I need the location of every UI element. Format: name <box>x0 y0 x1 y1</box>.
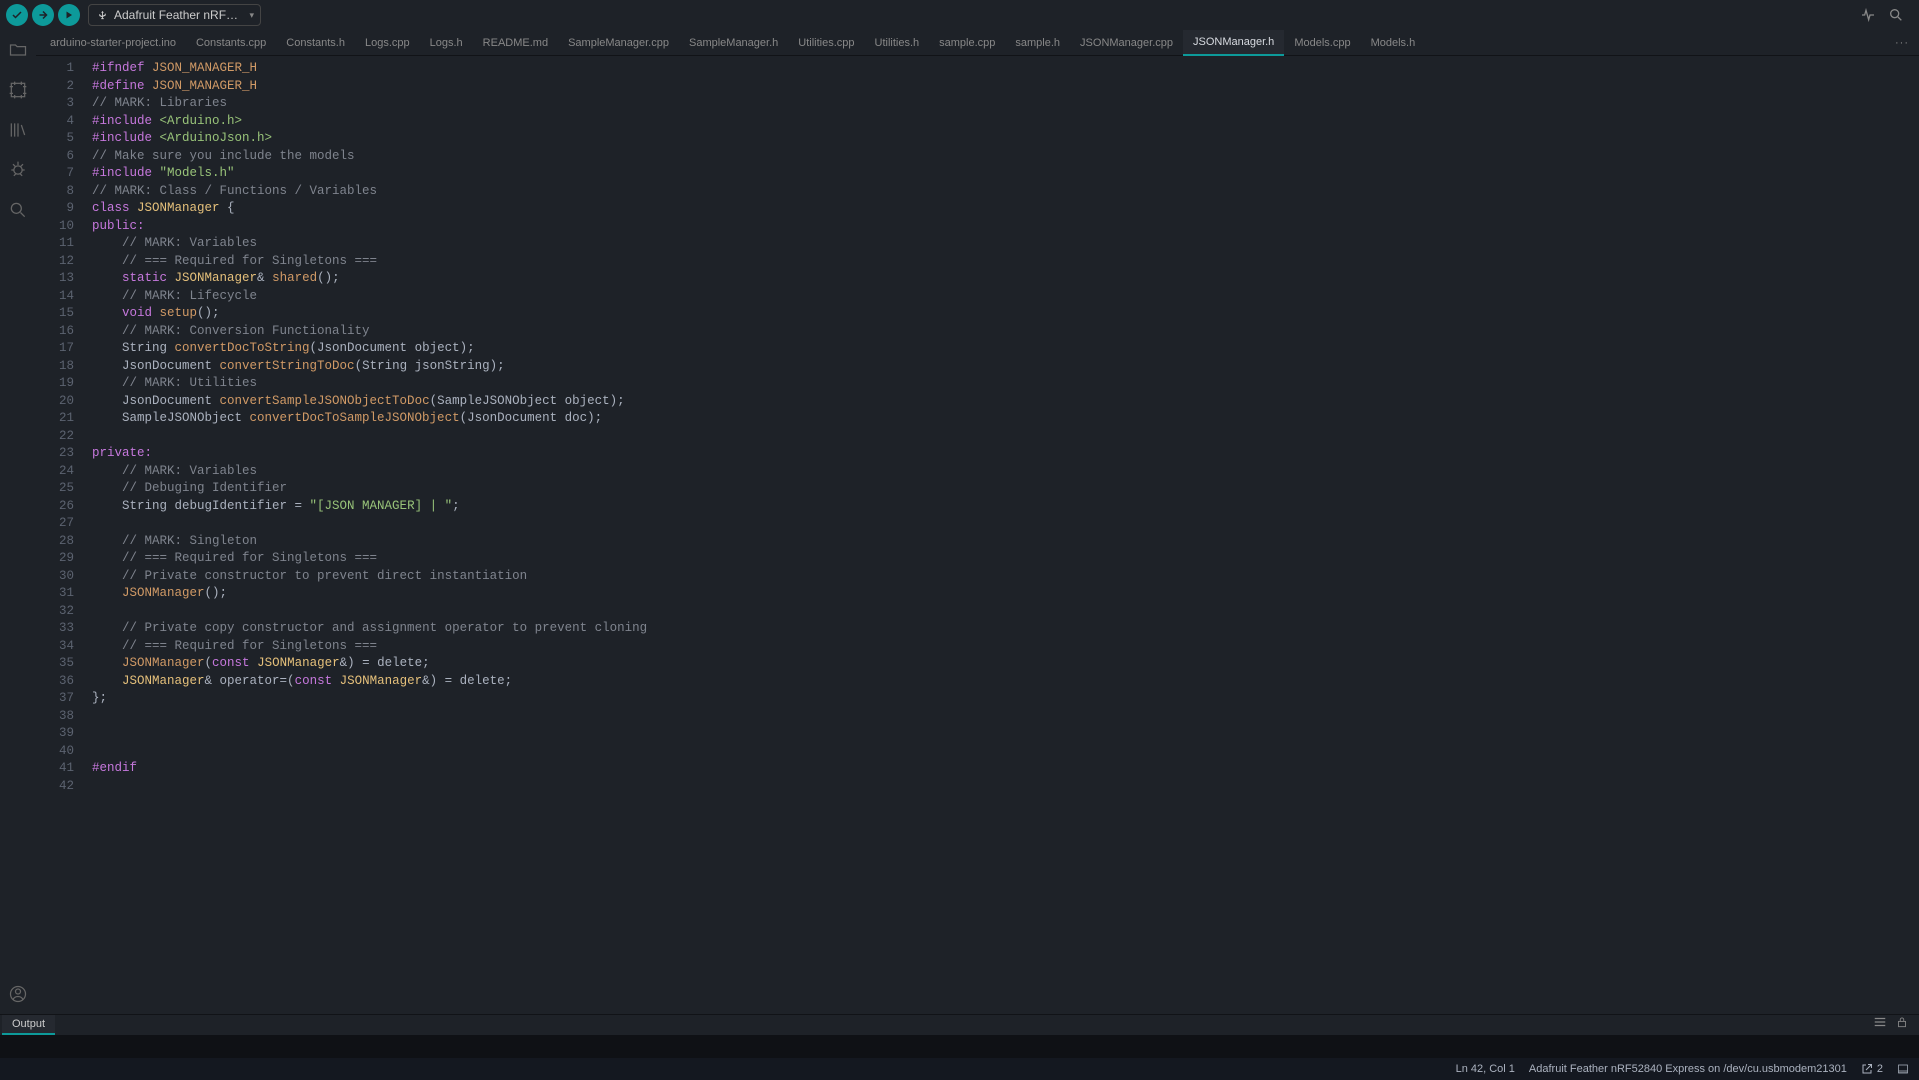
check-icon <box>11 9 23 21</box>
board-port-status[interactable]: Adafruit Feather nRF52840 Express on /de… <box>1529 1063 1847 1075</box>
usb-icon <box>97 10 108 21</box>
tab[interactable]: Constants.h <box>276 30 355 56</box>
tab[interactable]: SampleManager.h <box>679 30 788 56</box>
editor-region: arduino-starter-project.inoConstants.cpp… <box>36 30 1919 1014</box>
notifications-button[interactable]: 2 <box>1861 1063 1883 1075</box>
cursor-position[interactable]: Ln 42, Col 1 <box>1456 1063 1515 1075</box>
main-area: arduino-starter-project.inoConstants.cpp… <box>0 30 1919 1014</box>
arrow-right-icon <box>37 9 49 21</box>
code-area[interactable]: #ifndef JSON_MANAGER_H#define JSON_MANAG… <box>84 56 647 1014</box>
tab[interactable]: README.md <box>473 30 558 56</box>
play-debug-icon <box>63 9 75 21</box>
serial-plotter-button[interactable] <box>1859 6 1877 24</box>
tab-bar: arduino-starter-project.inoConstants.cpp… <box>36 30 1919 56</box>
tab-overflow-button[interactable]: ··· <box>1885 37 1919 49</box>
panel-controls <box>1873 1015 1919 1035</box>
pulse-icon <box>1860 7 1876 23</box>
toolbar-right <box>1859 6 1913 24</box>
panel-menu-icon[interactable] <box>1873 1015 1887 1035</box>
account-icon[interactable] <box>6 982 30 1006</box>
tab[interactable]: JSONManager.h <box>1183 30 1284 56</box>
tab[interactable]: Constants.cpp <box>186 30 276 56</box>
search-icon[interactable] <box>6 198 30 222</box>
notification-count: 2 <box>1877 1063 1883 1075</box>
verify-button[interactable] <box>6 4 28 26</box>
panel-tabs: Output <box>0 1015 1919 1035</box>
folder-icon[interactable] <box>6 38 30 62</box>
output-body[interactable] <box>0 1035 1919 1058</box>
window-icon <box>1897 1063 1909 1075</box>
code-editor[interactable]: 1234567891011121314151617181920212223242… <box>36 56 1919 1014</box>
panel-lock-icon[interactable] <box>1895 1015 1909 1035</box>
tab[interactable]: Utilities.cpp <box>788 30 864 56</box>
tab[interactable]: JSONManager.cpp <box>1070 30 1183 56</box>
tab[interactable]: sample.cpp <box>929 30 1005 56</box>
debug-panel-icon[interactable] <box>6 158 30 182</box>
tab[interactable]: Logs.cpp <box>355 30 420 56</box>
tab[interactable]: Utilities.h <box>865 30 930 56</box>
tab[interactable]: Logs.h <box>420 30 473 56</box>
link-icon <box>1861 1063 1873 1075</box>
tab[interactable]: SampleManager.cpp <box>558 30 679 56</box>
close-panel-button[interactable] <box>1897 1063 1909 1075</box>
debug-button[interactable] <box>58 4 80 26</box>
tab[interactable]: arduino-starter-project.ino <box>40 30 186 56</box>
tab[interactable]: Models.h <box>1361 30 1426 56</box>
tab[interactable]: Models.cpp <box>1284 30 1360 56</box>
upload-button[interactable] <box>32 4 54 26</box>
activity-bar <box>0 30 36 1014</box>
library-manager-icon[interactable] <box>6 118 30 142</box>
top-toolbar: Adafruit Feather nRF… <box>0 0 1919 30</box>
output-tab[interactable]: Output <box>2 1015 55 1035</box>
boards-manager-icon[interactable] <box>6 78 30 102</box>
status-bar: Ln 42, Col 1 Adafruit Feather nRF52840 E… <box>0 1058 1919 1080</box>
board-label: Adafruit Feather nRF… <box>114 8 238 22</box>
tab[interactable]: sample.h <box>1005 30 1070 56</box>
board-selector[interactable]: Adafruit Feather nRF… <box>88 4 261 26</box>
serial-monitor-button[interactable] <box>1887 6 1905 24</box>
line-gutter: 1234567891011121314151617181920212223242… <box>36 56 84 1014</box>
magnify-icon <box>1888 7 1904 23</box>
bottom-panel: Output <box>0 1014 1919 1058</box>
